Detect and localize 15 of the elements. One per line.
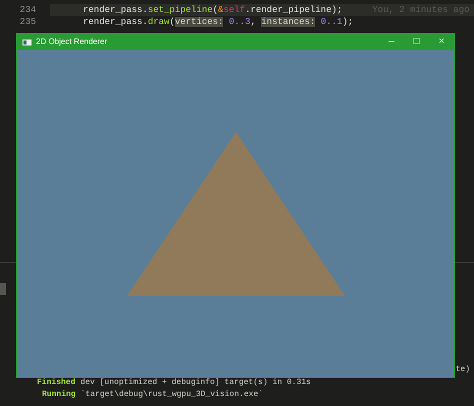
terminal-text: dev [unoptimized + debuginfo] target(s) in 0.31s bbox=[80, 377, 311, 389]
code-text: render_pass.draw(vertices: 0..3, instances: 0..1); bbox=[83, 16, 354, 28]
line-number: 235 bbox=[18, 16, 36, 28]
code-text: render_pass.set_pipeline(&self.render_pipeline); bbox=[83, 4, 342, 16]
terminal-text: te) bbox=[456, 364, 470, 376]
minimize-button[interactable]: – bbox=[379, 34, 404, 50]
scroll-marker bbox=[0, 283, 6, 295]
close-button[interactable]: × bbox=[429, 34, 454, 50]
line-number: 234 bbox=[18, 4, 36, 16]
maximize-button[interactable]: □ bbox=[404, 34, 429, 50]
status-label: Finished bbox=[37, 377, 76, 389]
terminal-text: `target\debug\rust_wgpu_3D_vision.exe` bbox=[80, 389, 264, 401]
status-label: Running bbox=[42, 389, 76, 401]
window-icon bbox=[22, 38, 32, 46]
window-title: 2D Object Renderer bbox=[36, 36, 108, 48]
